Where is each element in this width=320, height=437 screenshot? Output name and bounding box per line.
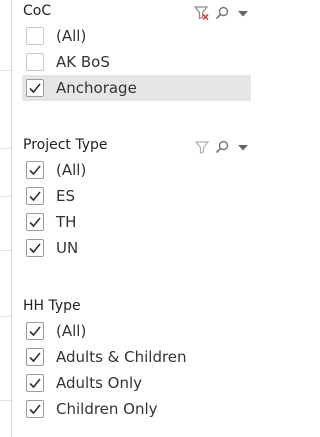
list-item[interactable]: ES xyxy=(22,183,257,209)
list-item[interactable]: (All) xyxy=(22,318,257,344)
checkbox[interactable] xyxy=(26,27,44,45)
list-item[interactable]: Adults & Children xyxy=(22,344,257,370)
checkmark-icon xyxy=(29,83,41,94)
checkbox[interactable] xyxy=(26,374,44,392)
checkbox[interactable] xyxy=(26,79,44,97)
list-item[interactable]: (All) xyxy=(22,157,257,183)
list-item[interactable]: Children Only xyxy=(22,396,257,422)
coc-filter-title: CoC xyxy=(23,3,52,19)
project-type-filter: Project Type (All) ES TH UN xyxy=(22,135,257,261)
sheet-divider xyxy=(0,400,11,401)
item-label: (All) xyxy=(56,27,87,45)
dropdown-arrow-icon[interactable] xyxy=(235,5,251,21)
checkmark-icon xyxy=(29,243,41,254)
dropdown-arrow-icon[interactable] xyxy=(235,139,251,155)
item-label: Adults & Children xyxy=(56,348,187,366)
list-item[interactable]: Adults Only xyxy=(22,370,257,396)
coc-filter: CoC (All) AK BoS Anchorage xyxy=(22,1,257,101)
clear-filter-icon[interactable] xyxy=(194,5,210,21)
list-item[interactable]: AK BoS xyxy=(22,49,257,75)
checkbox[interactable] xyxy=(26,239,44,257)
project-type-filter-header: Project Type xyxy=(22,135,257,157)
item-label: Anchorage xyxy=(56,79,137,97)
sheet-divider xyxy=(0,316,11,317)
item-label: Adults Only xyxy=(56,374,143,392)
project-type-filter-toolbar xyxy=(194,139,252,155)
project-type-filter-title: Project Type xyxy=(23,137,108,153)
sheet-edge xyxy=(0,0,12,437)
checkmark-icon xyxy=(29,404,41,415)
item-label: TH xyxy=(56,213,77,231)
sheet-divider xyxy=(0,250,11,251)
checkmark-icon xyxy=(29,352,41,363)
checkmark-icon xyxy=(29,378,41,389)
checkbox[interactable] xyxy=(26,322,44,340)
item-label: (All) xyxy=(56,322,87,340)
item-label: AK BoS xyxy=(56,53,110,71)
coc-filter-header: CoC xyxy=(22,1,257,23)
hh-type-filter: HH Type (All) Adults & Children Adults O… xyxy=(22,296,257,422)
checkbox[interactable] xyxy=(26,348,44,366)
search-icon[interactable] xyxy=(214,5,230,21)
item-label: ES xyxy=(56,187,75,205)
item-label: UN xyxy=(56,239,79,257)
checkmark-icon xyxy=(29,191,41,202)
sheet-divider xyxy=(0,70,11,71)
checkbox[interactable] xyxy=(26,53,44,71)
hh-type-filter-title: HH Type xyxy=(23,298,81,314)
checkbox[interactable] xyxy=(26,187,44,205)
checkmark-icon xyxy=(29,326,41,337)
checkbox[interactable] xyxy=(26,161,44,179)
list-item[interactable]: TH xyxy=(22,209,257,235)
sheet-divider xyxy=(0,148,11,149)
search-icon[interactable] xyxy=(214,139,230,155)
list-item[interactable]: Anchorage xyxy=(22,75,251,101)
list-item[interactable]: UN xyxy=(22,235,257,261)
sheet-divider xyxy=(0,196,11,197)
item-label: (All) xyxy=(56,161,87,179)
checkmark-icon xyxy=(29,217,41,228)
filter-icon[interactable] xyxy=(194,139,210,155)
item-label: Children Only xyxy=(56,400,158,418)
checkmark-icon xyxy=(29,165,41,176)
hh-type-filter-header: HH Type xyxy=(22,296,257,318)
checkbox[interactable] xyxy=(26,400,44,418)
checkbox[interactable] xyxy=(26,213,44,231)
coc-filter-toolbar xyxy=(194,5,252,21)
list-item[interactable]: (All) xyxy=(22,23,257,49)
